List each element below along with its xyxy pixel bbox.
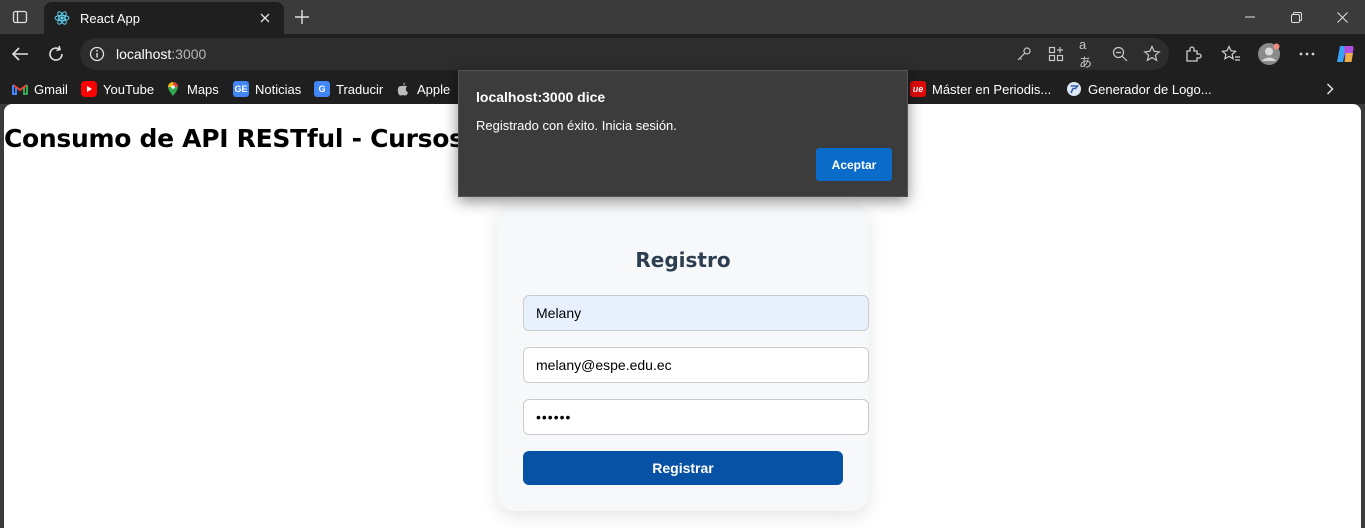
bookmark-label: Gmail xyxy=(34,81,68,97)
bookmark-label: Maps xyxy=(187,81,219,97)
password-field[interactable]: •••••• xyxy=(523,399,869,435)
read-aloud-icon[interactable]: aあ xyxy=(1079,37,1097,70)
bookmark-gmail[interactable]: Gmail xyxy=(12,80,68,98)
bookmark-generador-logo[interactable]: Generador de Logo... xyxy=(1066,80,1212,98)
bookmark-apple[interactable]: Apple xyxy=(395,80,450,98)
address-bar-actions: aあ xyxy=(1015,37,1161,70)
close-tab-icon[interactable] xyxy=(256,9,274,27)
tab-actions-icon[interactable] xyxy=(8,6,32,28)
minimize-icon[interactable] xyxy=(1227,0,1273,34)
form-title: Registro xyxy=(635,248,731,272)
url-port: :3000 xyxy=(171,46,207,62)
bookmark-youtube[interactable]: YouTube xyxy=(81,80,154,98)
more-options-icon[interactable] xyxy=(1294,41,1320,67)
bookmark-label: Noticias xyxy=(255,81,302,97)
window-controls xyxy=(1227,0,1365,34)
bookmark-label: Máster en Periodis... xyxy=(932,81,1052,97)
address-bar[interactable]: localhost:3000 aあ xyxy=(80,37,1169,70)
favorites-icon[interactable] xyxy=(1218,41,1244,67)
zoom-out-icon[interactable] xyxy=(1111,45,1129,63)
bookmark-master-periodismo[interactable]: ue Máster en Periodis... xyxy=(910,80,1051,98)
restore-icon[interactable] xyxy=(1273,0,1319,34)
page-title: Consumo de API RESTful - Cursos Mor xyxy=(4,124,526,153)
back-arrow-icon[interactable] xyxy=(6,40,34,68)
register-card: Registro Melany melany@espe.edu.ec •••••… xyxy=(497,204,869,511)
name-field[interactable]: Melany xyxy=(523,295,869,331)
key-icon[interactable] xyxy=(1015,45,1033,63)
close-window-icon[interactable] xyxy=(1319,0,1365,34)
bookmark-label: Generador de Logo... xyxy=(1088,81,1212,97)
logo-generator-icon xyxy=(1066,81,1082,97)
youtube-icon xyxy=(81,81,97,97)
bookmark-label: YouTube xyxy=(103,81,155,97)
accept-button[interactable]: Aceptar xyxy=(816,148,892,181)
dialog-message: Registrado con éxito. Inicia sesión. xyxy=(476,118,677,133)
extensions-icon[interactable] xyxy=(1180,41,1206,67)
toolbar-right xyxy=(1180,40,1358,68)
ue-icon: ue xyxy=(910,81,926,97)
bookmark-maps[interactable]: Maps xyxy=(165,80,219,98)
url-host: localhost xyxy=(116,46,172,62)
gmail-icon xyxy=(12,81,28,97)
active-tab[interactable]: React App xyxy=(44,2,284,34)
site-info-icon[interactable] xyxy=(88,45,106,63)
email-field[interactable]: melany@espe.edu.ec xyxy=(523,347,869,383)
copilot-icon[interactable] xyxy=(1332,41,1358,67)
apple-icon xyxy=(395,81,411,97)
tab-title: React App xyxy=(80,10,140,26)
dialog-title: localhost:3000 dice xyxy=(476,89,606,105)
chevron-right-icon[interactable] xyxy=(1321,80,1339,98)
app-available-icon[interactable] xyxy=(1047,45,1065,63)
alert-dialog: localhost:3000 dice Registrado con éxito… xyxy=(458,70,908,197)
browser-toolbar: localhost:3000 aあ xyxy=(0,34,1365,74)
bookmark-noticias[interactable]: GE Noticias xyxy=(233,80,301,98)
profile-avatar[interactable] xyxy=(1256,41,1282,67)
favorite-star-icon[interactable] xyxy=(1143,45,1161,63)
bookmark-label: Traducir xyxy=(336,81,384,97)
register-button[interactable]: Registrar xyxy=(523,451,843,485)
new-tab-icon[interactable] xyxy=(290,5,314,29)
tab-strip: React App xyxy=(0,0,1365,34)
bookmark-traducir[interactable]: G Traducir xyxy=(314,80,383,98)
refresh-icon[interactable] xyxy=(42,40,70,68)
bookmark-label: Apple xyxy=(417,81,451,97)
news-icon: GE xyxy=(233,81,249,97)
maps-icon xyxy=(165,81,181,97)
translate-icon: G xyxy=(314,81,330,97)
react-icon xyxy=(54,10,70,26)
